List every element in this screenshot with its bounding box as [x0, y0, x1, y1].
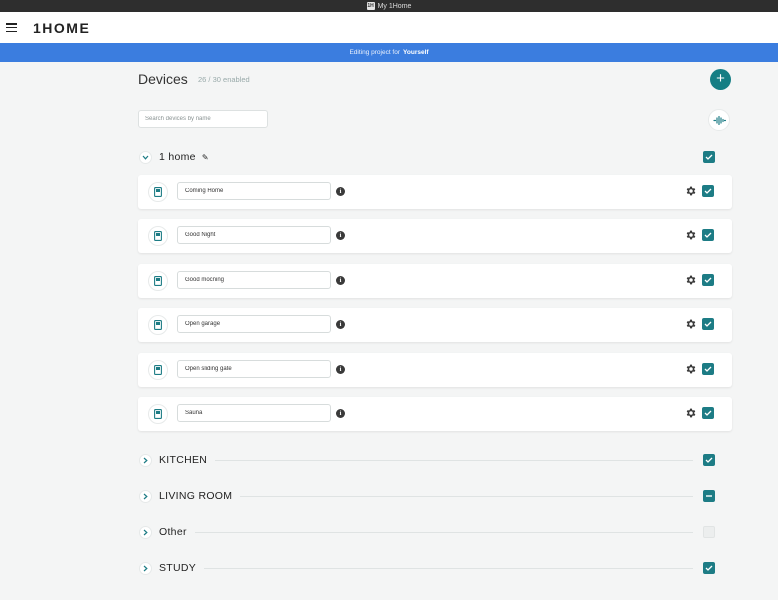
group-name: KITCHEN — [159, 454, 208, 466]
info-icon[interactable]: i — [336, 409, 345, 418]
expand-button[interactable] — [139, 453, 152, 467]
gear-icon[interactable] — [685, 407, 697, 419]
device-name-field[interactable] — [177, 271, 331, 289]
checkmark-icon — [704, 410, 712, 416]
top-bar: 1HOME — [0, 12, 778, 43]
group-name: 1 home — [159, 151, 196, 163]
expand-button[interactable] — [139, 525, 152, 539]
info-icon[interactable]: i — [336, 187, 345, 196]
device-checkbox[interactable] — [702, 274, 714, 286]
group-checkbox[interactable] — [703, 526, 715, 538]
group-header-study: STUDY — [138, 559, 732, 577]
divider — [215, 459, 693, 461]
search-input[interactable] — [138, 110, 268, 128]
group-header-1-home: 1 home ✎ — [138, 148, 732, 166]
expand-button[interactable] — [139, 489, 152, 503]
scene-icon — [148, 226, 168, 246]
divider — [204, 567, 693, 569]
gear-icon[interactable] — [685, 185, 697, 197]
expand-button[interactable] — [139, 561, 152, 575]
chevron-right-icon — [143, 529, 148, 535]
checkmark-icon — [704, 366, 712, 372]
banner-target: Yourself — [403, 49, 429, 56]
divider — [240, 495, 693, 497]
group-name: STUDY — [159, 562, 197, 574]
edit-icon[interactable]: ✎ — [202, 153, 209, 162]
window-title: My 1Home — [377, 2, 412, 10]
app-icon: 1H — [366, 2, 375, 10]
group-name: Other — [159, 526, 187, 538]
group-header-kitchen: KITCHEN — [138, 451, 732, 469]
gear-icon[interactable] — [685, 229, 697, 241]
gear-icon[interactable] — [685, 274, 697, 286]
logo[interactable]: 1HOME — [33, 20, 90, 36]
device-row: i — [138, 264, 732, 298]
device-checkbox[interactable] — [702, 229, 714, 241]
checkmark-icon — [705, 565, 713, 571]
device-row: i — [138, 397, 732, 431]
device-checkbox[interactable] — [702, 318, 714, 330]
group-checkbox[interactable] — [703, 562, 715, 574]
group-checkbox[interactable] — [703, 454, 715, 466]
info-icon[interactable]: i — [336, 320, 345, 329]
filter-button[interactable] — [708, 109, 730, 131]
gear-icon[interactable] — [685, 363, 697, 375]
scene-icon — [148, 271, 168, 291]
device-row: i — [138, 175, 732, 209]
scene-icon — [148, 182, 168, 202]
device-name-field[interactable] — [177, 182, 331, 200]
device-row: i — [138, 219, 732, 253]
collapse-button[interactable] — [139, 150, 152, 164]
group-checkbox[interactable] — [703, 490, 715, 502]
gear-icon[interactable] — [685, 318, 697, 330]
group-checkbox[interactable] — [703, 151, 715, 163]
waveform-icon — [712, 115, 726, 125]
chevron-down-icon — [142, 155, 149, 160]
chevron-right-icon — [143, 565, 148, 571]
project-banner: Editing project for Yourself — [0, 43, 778, 62]
banner-prefix: Editing project for — [349, 49, 401, 56]
device-name-field[interactable] — [177, 315, 331, 333]
info-icon[interactable]: i — [336, 276, 345, 285]
group-header-living-room: LIVING ROOM — [138, 487, 732, 505]
checkmark-icon — [705, 154, 713, 160]
scene-icon — [148, 360, 168, 380]
divider — [194, 531, 693, 533]
device-name-field[interactable] — [177, 404, 331, 422]
checkmark-icon — [704, 321, 712, 327]
page-title: Devices — [138, 71, 188, 87]
enabled-count: 26 / 30 enabled — [198, 75, 250, 84]
window-titlebar: 1H My 1Home — [0, 0, 778, 12]
scene-icon — [148, 404, 168, 424]
group-header-other: Other — [138, 523, 732, 541]
info-icon[interactable]: i — [336, 231, 345, 240]
add-device-button[interactable]: + — [710, 69, 731, 90]
checkmark-icon — [704, 232, 712, 238]
chevron-right-icon — [143, 457, 148, 463]
device-checkbox[interactable] — [702, 363, 714, 375]
device-checkbox[interactable] — [702, 407, 714, 419]
scene-icon — [148, 315, 168, 335]
info-icon[interactable]: i — [336, 365, 345, 374]
checkmark-icon — [704, 277, 712, 283]
device-row: i — [138, 308, 732, 342]
checkmark-icon — [704, 188, 712, 194]
device-name-field[interactable] — [177, 360, 331, 378]
chevron-right-icon — [143, 493, 148, 499]
device-row: i — [138, 353, 732, 387]
group-name: LIVING ROOM — [159, 490, 233, 502]
menu-icon[interactable] — [6, 23, 17, 32]
device-checkbox[interactable] — [702, 185, 714, 197]
device-name-field[interactable] — [177, 226, 331, 244]
minus-icon — [706, 495, 712, 497]
checkmark-icon — [705, 457, 713, 463]
